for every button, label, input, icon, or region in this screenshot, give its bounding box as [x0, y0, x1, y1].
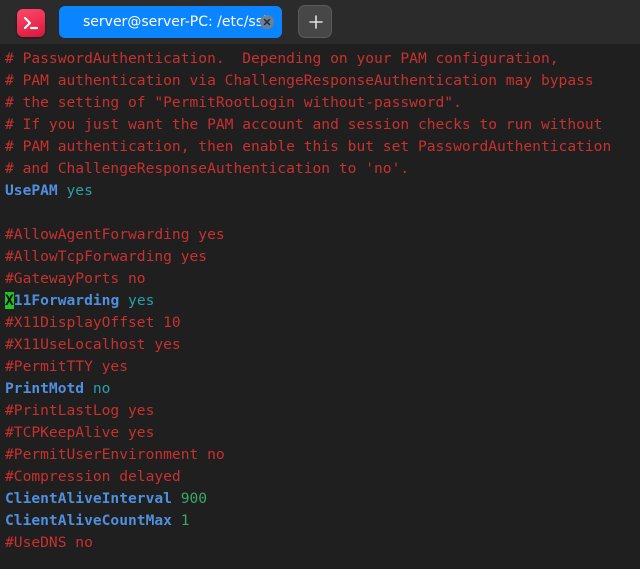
- config-comment: #UseDNS no: [5, 534, 93, 551]
- terminal-line: #TCPKeepAlive yes: [0, 422, 640, 444]
- config-directive: ClientAliveCountMax: [5, 512, 172, 529]
- config-comment: # PAM authentication via ChallengeRespon…: [5, 72, 594, 89]
- config-value: 900: [180, 490, 208, 507]
- config-directive: ClientAliveInterval: [5, 490, 172, 507]
- tab-title: server@server-PC: /etc/ssh: [83, 14, 272, 30]
- config-comment: # PasswordAuthentication. Depending on y…: [5, 50, 559, 67]
- config-comment: #AllowTcpForwarding yes: [5, 248, 208, 265]
- terminal-line: # PAM authentication, then enable this b…: [0, 136, 640, 158]
- config-comment: #AllowAgentForwarding yes: [5, 226, 225, 243]
- config-comment: #X11UseLocalhost yes: [5, 336, 181, 353]
- terminal-line: #AllowAgentForwarding yes: [0, 224, 640, 246]
- config-comment: #PrintLastLog yes: [5, 402, 155, 419]
- config-comment: # and ChallengeResponseAuthentication to…: [5, 160, 410, 177]
- terminal-line: # the setting of "PermitRootLogin withou…: [0, 92, 640, 114]
- config-comment: # the setting of "PermitRootLogin withou…: [5, 94, 462, 111]
- terminal-line: PrintMotd no: [0, 378, 640, 400]
- terminal-line: ClientAliveInterval 900: [0, 488, 640, 510]
- terminal-line: # If you just want the PAM account and s…: [0, 114, 640, 136]
- terminal-line: #X11DisplayOffset 10: [0, 312, 640, 334]
- terminal-line: ClientAliveCountMax 1: [0, 510, 640, 532]
- config-value: yes: [128, 292, 155, 309]
- terminal-line: #PrintLastLog yes: [0, 400, 640, 422]
- text-cursor: X: [5, 292, 14, 309]
- config-value: yes: [66, 182, 93, 199]
- config-comment: # If you just want the PAM account and s…: [5, 116, 603, 133]
- terminal-output[interactable]: # PasswordAuthentication. Depending on y…: [0, 44, 640, 569]
- config-directive: PrintMotd: [5, 380, 85, 397]
- terminal-line: #UseDNS no: [0, 532, 640, 554]
- terminal-line: #GatewayPorts no: [0, 268, 640, 290]
- config-directive: 11Forwarding: [13, 292, 120, 309]
- terminal-line: #AllowTcpForwarding yes: [0, 246, 640, 268]
- terminal-line: #Compression delayed: [0, 466, 640, 488]
- config-comment: #GatewayPorts no: [5, 270, 146, 287]
- config-comment: # PAM authentication, then enable this b…: [5, 138, 612, 155]
- terminal-line: X11Forwarding yes: [0, 290, 640, 312]
- close-icon[interactable]: [260, 15, 274, 29]
- config-value: no: [92, 380, 111, 397]
- title-bar: server@server-PC: /etc/ssh: [0, 0, 640, 44]
- terminal-line: UsePAM yes: [0, 180, 640, 202]
- config-value: 1: [180, 512, 190, 529]
- plus-icon: [309, 15, 323, 29]
- terminal-line: # PAM authentication via ChallengeRespon…: [0, 70, 640, 92]
- config-comment: #Compression delayed: [5, 468, 181, 485]
- config-directive: UsePAM: [5, 182, 58, 199]
- terminal-line: # and ChallengeResponseAuthentication to…: [0, 158, 640, 180]
- terminal-line: #X11UseLocalhost yes: [0, 334, 640, 356]
- config-comment: #X11DisplayOffset 10: [5, 314, 181, 331]
- terminal-window: server@server-PC: /etc/ssh # PasswordAut…: [0, 0, 640, 569]
- terminal-line: # PasswordAuthentication. Depending on y…: [0, 48, 640, 70]
- terminal-line: #PermitTTY yes: [0, 356, 640, 378]
- tab-ssh-session[interactable]: server@server-PC: /etc/ssh: [59, 6, 282, 38]
- config-comment: #TCPKeepAlive yes: [5, 424, 155, 441]
- terminal-line: #PermitUserEnvironment no: [0, 444, 640, 466]
- config-comment: #PermitTTY yes: [5, 358, 129, 375]
- new-tab-button[interactable]: [298, 5, 332, 38]
- config-comment: #PermitUserEnvironment no: [5, 446, 225, 463]
- terminal-icon[interactable]: [17, 9, 45, 37]
